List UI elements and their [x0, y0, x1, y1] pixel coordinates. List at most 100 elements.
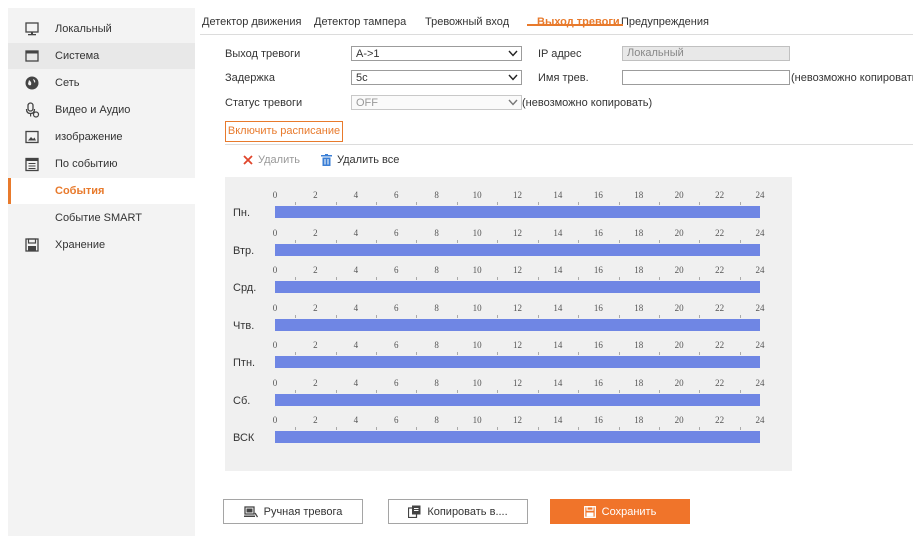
sidebar-item-system[interactable]: Система	[8, 43, 195, 69]
alarm-trigger-icon	[243, 505, 258, 517]
hour-tick-label: 20	[674, 190, 684, 200]
hour-tick-mark	[739, 389, 741, 393]
schedule-bar[interactable]	[275, 281, 760, 293]
schedule-bar[interactable]	[275, 243, 760, 256]
enable-schedule-button[interactable]: Включить расписание	[225, 121, 343, 142]
hour-tick-label: 8	[434, 302, 439, 313]
manual-alarm-button[interactable]: Ручная тревога	[223, 499, 363, 524]
hour-tick-mark	[456, 389, 458, 393]
hour-tick-label: 6	[394, 340, 399, 350]
hour-tick-label: 8	[434, 415, 439, 425]
sidebar-item-local[interactable]: Локальный	[8, 16, 195, 42]
hour-tick-label: 8	[434, 340, 439, 350]
hour-tick-label: 24	[755, 190, 765, 200]
day-label: Пн.	[233, 207, 251, 219]
hour-tick-mark	[295, 277, 297, 280]
sidebar-item-event[interactable]: По событию	[8, 151, 195, 177]
hour-tick-label: 4	[353, 340, 359, 350]
schedule-bar[interactable]	[275, 356, 760, 368]
hour-tick-label: 20	[674, 302, 684, 313]
save-button[interactable]: Сохранить	[550, 499, 690, 524]
hour-tick-label: 16	[593, 227, 603, 238]
hour-tick-label: 22	[715, 340, 725, 350]
hour-tick-mark	[578, 427, 580, 430]
hour-tick-mark	[739, 427, 741, 430]
hour-tick-label: 20	[674, 340, 684, 350]
hour-tick-label: 22	[715, 227, 725, 238]
sidebar-item-video-audio[interactable]: Видео и Аудио	[8, 97, 195, 123]
hour-tick-label: 16	[593, 415, 603, 425]
globe-icon	[25, 76, 39, 90]
tab-motion-detection[interactable]: Детектор движения	[202, 16, 301, 28]
hour-tick-label: 16	[593, 190, 603, 200]
hour-tick-label: 12	[513, 265, 522, 275]
hour-tick-label: 0	[272, 302, 278, 313]
hour-tick-mark	[456, 239, 458, 243]
hour-tick-mark	[456, 202, 458, 205]
hour-tick-mark	[699, 352, 701, 355]
alarm-status-label: Статус тревоги	[225, 97, 303, 109]
alarm-name-label: Имя трев.	[538, 72, 589, 84]
hour-tick-mark	[497, 202, 499, 205]
schedule-bar[interactable]	[275, 318, 760, 331]
hour-tick-label: 16	[593, 265, 603, 275]
hour-tick-label: 12	[513, 415, 522, 425]
hour-tick-mark	[618, 202, 620, 205]
hour-tick-label: 18	[634, 415, 644, 425]
ip-address-value: Локальный	[627, 47, 684, 59]
hour-tick-mark	[335, 352, 337, 355]
hour-tick-mark	[537, 239, 539, 243]
day-label: ВСК	[233, 432, 255, 444]
hour-tick-label: 0	[272, 340, 278, 350]
hour-tick-mark	[618, 389, 620, 393]
hour-tick-mark	[618, 352, 620, 355]
image-icon	[25, 130, 39, 144]
chevron-down-icon	[508, 99, 518, 106]
hour-tick-mark	[739, 239, 741, 243]
hour-tick-label: 14	[553, 377, 563, 388]
hour-tick-mark	[376, 352, 378, 355]
hour-tick-label: 0	[272, 377, 278, 388]
alarm-output-select[interactable]: A->1	[351, 46, 522, 61]
window-icon	[25, 50, 39, 62]
manual-alarm-label: Ручная тревога	[263, 505, 343, 518]
hour-tick-mark	[416, 239, 418, 243]
alarm-name-input[interactable]	[622, 70, 790, 85]
tab-alarm-output[interactable]: Выход тревоги	[537, 16, 620, 28]
schedule-bar[interactable]	[275, 431, 760, 443]
copy-to-button[interactable]: Копировать в....	[388, 499, 528, 524]
copy-icon	[408, 505, 421, 518]
divider	[225, 144, 913, 145]
hour-tick-label: 6	[394, 377, 399, 388]
hour-tick-mark	[658, 239, 660, 243]
hour-tick-label: 6	[394, 265, 399, 275]
sidebar-item-smart-event[interactable]: Событие SMART	[8, 205, 195, 231]
floppy-icon	[583, 505, 596, 518]
tab-tamper-detection[interactable]: Детектор тампера	[314, 16, 406, 28]
hour-tick-mark	[416, 427, 418, 430]
sidebar-item-events[interactable]: События	[8, 178, 195, 204]
schedule-bar[interactable]	[275, 206, 760, 218]
hour-tick-label: 10	[472, 415, 482, 425]
ip-address-label: IP адрес	[538, 48, 582, 60]
hour-tick-label: 6	[394, 302, 399, 313]
hour-tick-label: 2	[313, 302, 318, 313]
day-label: Чтв.	[233, 319, 255, 332]
hour-tick-mark	[537, 277, 539, 280]
sidebar-item-storage[interactable]: Хранение	[8, 232, 195, 258]
hour-tick-label: 8	[434, 265, 439, 275]
tab-warnings[interactable]: Предупреждения	[621, 16, 709, 28]
sidebar-item-network[interactable]: Сеть	[8, 70, 195, 96]
hour-tick-label: 18	[634, 265, 644, 275]
hour-tick-mark	[739, 314, 741, 318]
hour-tick-mark	[699, 202, 701, 205]
delete-button[interactable]: Удалить	[243, 154, 300, 166]
hour-tick-mark	[537, 427, 539, 430]
hour-tick-label: 6	[394, 190, 399, 200]
tab-alarm-input[interactable]: Тревожный вход	[425, 16, 509, 28]
schedule-bar[interactable]	[275, 393, 760, 406]
delay-select[interactable]: 5c	[351, 70, 522, 85]
hour-tick-label: 10	[472, 302, 482, 313]
delete-all-button[interactable]: Удалить все	[321, 154, 399, 166]
sidebar-item-image[interactable]: изображение	[8, 124, 195, 150]
